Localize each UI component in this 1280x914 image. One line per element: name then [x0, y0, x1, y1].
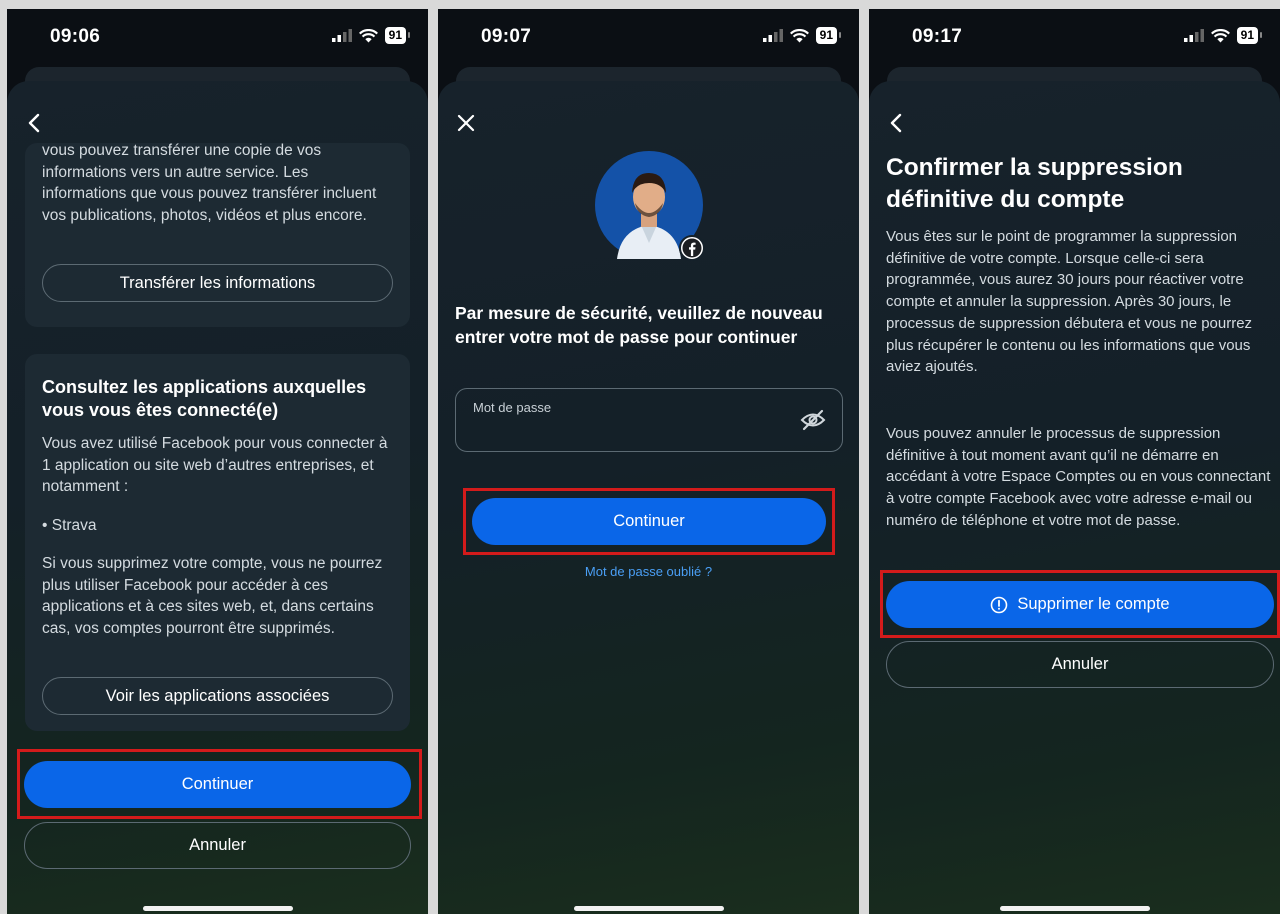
- close-icon[interactable]: [454, 111, 478, 135]
- connected-apps-card: Consultez les applications auxquelles vo…: [25, 354, 410, 731]
- deletion-paragraph-1: Vous êtes sur le point de programmer la …: [886, 228, 1253, 376]
- status-bar: 09:07 91: [438, 9, 859, 64]
- apps-intro: Vous avez utilisé Facebook pour vous con…: [42, 435, 388, 495]
- continue-button[interactable]: Continuer: [472, 498, 826, 545]
- password-field[interactable]: Mot de passe: [455, 388, 843, 452]
- bottom-sheet: Confirmer la suppression définitive du c…: [869, 81, 1280, 914]
- home-indicator: [999, 906, 1150, 911]
- delete-account-label: Supprimer le compte: [1017, 595, 1170, 613]
- screen-review-apps: 09:06 91 vous pouvez transférer une copi…: [7, 9, 428, 914]
- apps-warning: Si vous supprimez votre compte, vous ne …: [42, 555, 383, 637]
- chevron-left-icon[interactable]: [23, 111, 47, 135]
- alert-circle-icon: [991, 596, 1008, 613]
- status-icons: 91: [762, 27, 842, 44]
- screen-confirm-deletion: 09:17 91 Confirmer la suppression défini…: [869, 9, 1280, 914]
- wifi-icon: [1210, 28, 1230, 42]
- battery-indicator: 91: [1236, 27, 1263, 44]
- transfer-info-button[interactable]: Transférer les informations: [42, 264, 393, 302]
- bottom-sheet: vous pouvez transférer une copie de vos …: [7, 81, 428, 914]
- signal-icon: [1183, 29, 1204, 42]
- bottom-sheet: Par mesure de sécurité, veuillez de nouv…: [438, 81, 859, 914]
- security-prompt: Par mesure de sécurité, veuillez de nouv…: [455, 303, 823, 347]
- signal-icon: [331, 29, 352, 42]
- status-bar: 09:17 91: [869, 9, 1280, 64]
- status-icons: 91: [331, 27, 411, 44]
- app-name: Strava: [51, 517, 97, 534]
- facebook-icon: [679, 235, 705, 261]
- battery-indicator: 91: [815, 27, 842, 44]
- status-icons: 91: [1183, 27, 1263, 44]
- wifi-icon: [358, 28, 378, 42]
- home-indicator: [142, 906, 293, 911]
- forgot-password-link[interactable]: Mot de passe oublié ?: [438, 564, 859, 579]
- view-apps-button[interactable]: Voir les applications associées: [42, 677, 393, 715]
- status-time: 09:07: [481, 26, 532, 47]
- apps-list-item: • Strava: [42, 517, 97, 534]
- eye-off-icon[interactable]: [800, 409, 826, 431]
- delete-account-button[interactable]: Supprimer le compte: [886, 581, 1274, 628]
- chevron-left-icon[interactable]: [885, 111, 909, 135]
- transfer-description: vous pouvez transférer une copie de vos …: [42, 142, 377, 224]
- battery-indicator: 91: [384, 27, 411, 44]
- transfer-card: vous pouvez transférer une copie de vos …: [25, 142, 410, 327]
- continue-button[interactable]: Continuer: [24, 761, 411, 808]
- password-label: Mot de passe: [473, 400, 552, 415]
- avatar: [595, 151, 705, 261]
- apps-title: Consultez les applications auxquelles vo…: [42, 377, 367, 420]
- deletion-paragraph-2: Vous pouvez annuler le processus de supp…: [886, 425, 1271, 529]
- status-time: 09:17: [912, 26, 963, 47]
- signal-icon: [762, 29, 783, 42]
- cancel-button[interactable]: Annuler: [886, 641, 1274, 688]
- wifi-icon: [789, 28, 809, 42]
- cancel-button[interactable]: Annuler: [24, 822, 411, 869]
- screen-password: 09:07 91 Par mesure de sécurité, veuille…: [438, 9, 859, 914]
- status-bar: 09:06 91: [7, 9, 428, 64]
- page-title: Confirmer la suppression définitive du c…: [886, 154, 1183, 213]
- home-indicator: [573, 906, 724, 911]
- status-time: 09:06: [50, 26, 101, 47]
